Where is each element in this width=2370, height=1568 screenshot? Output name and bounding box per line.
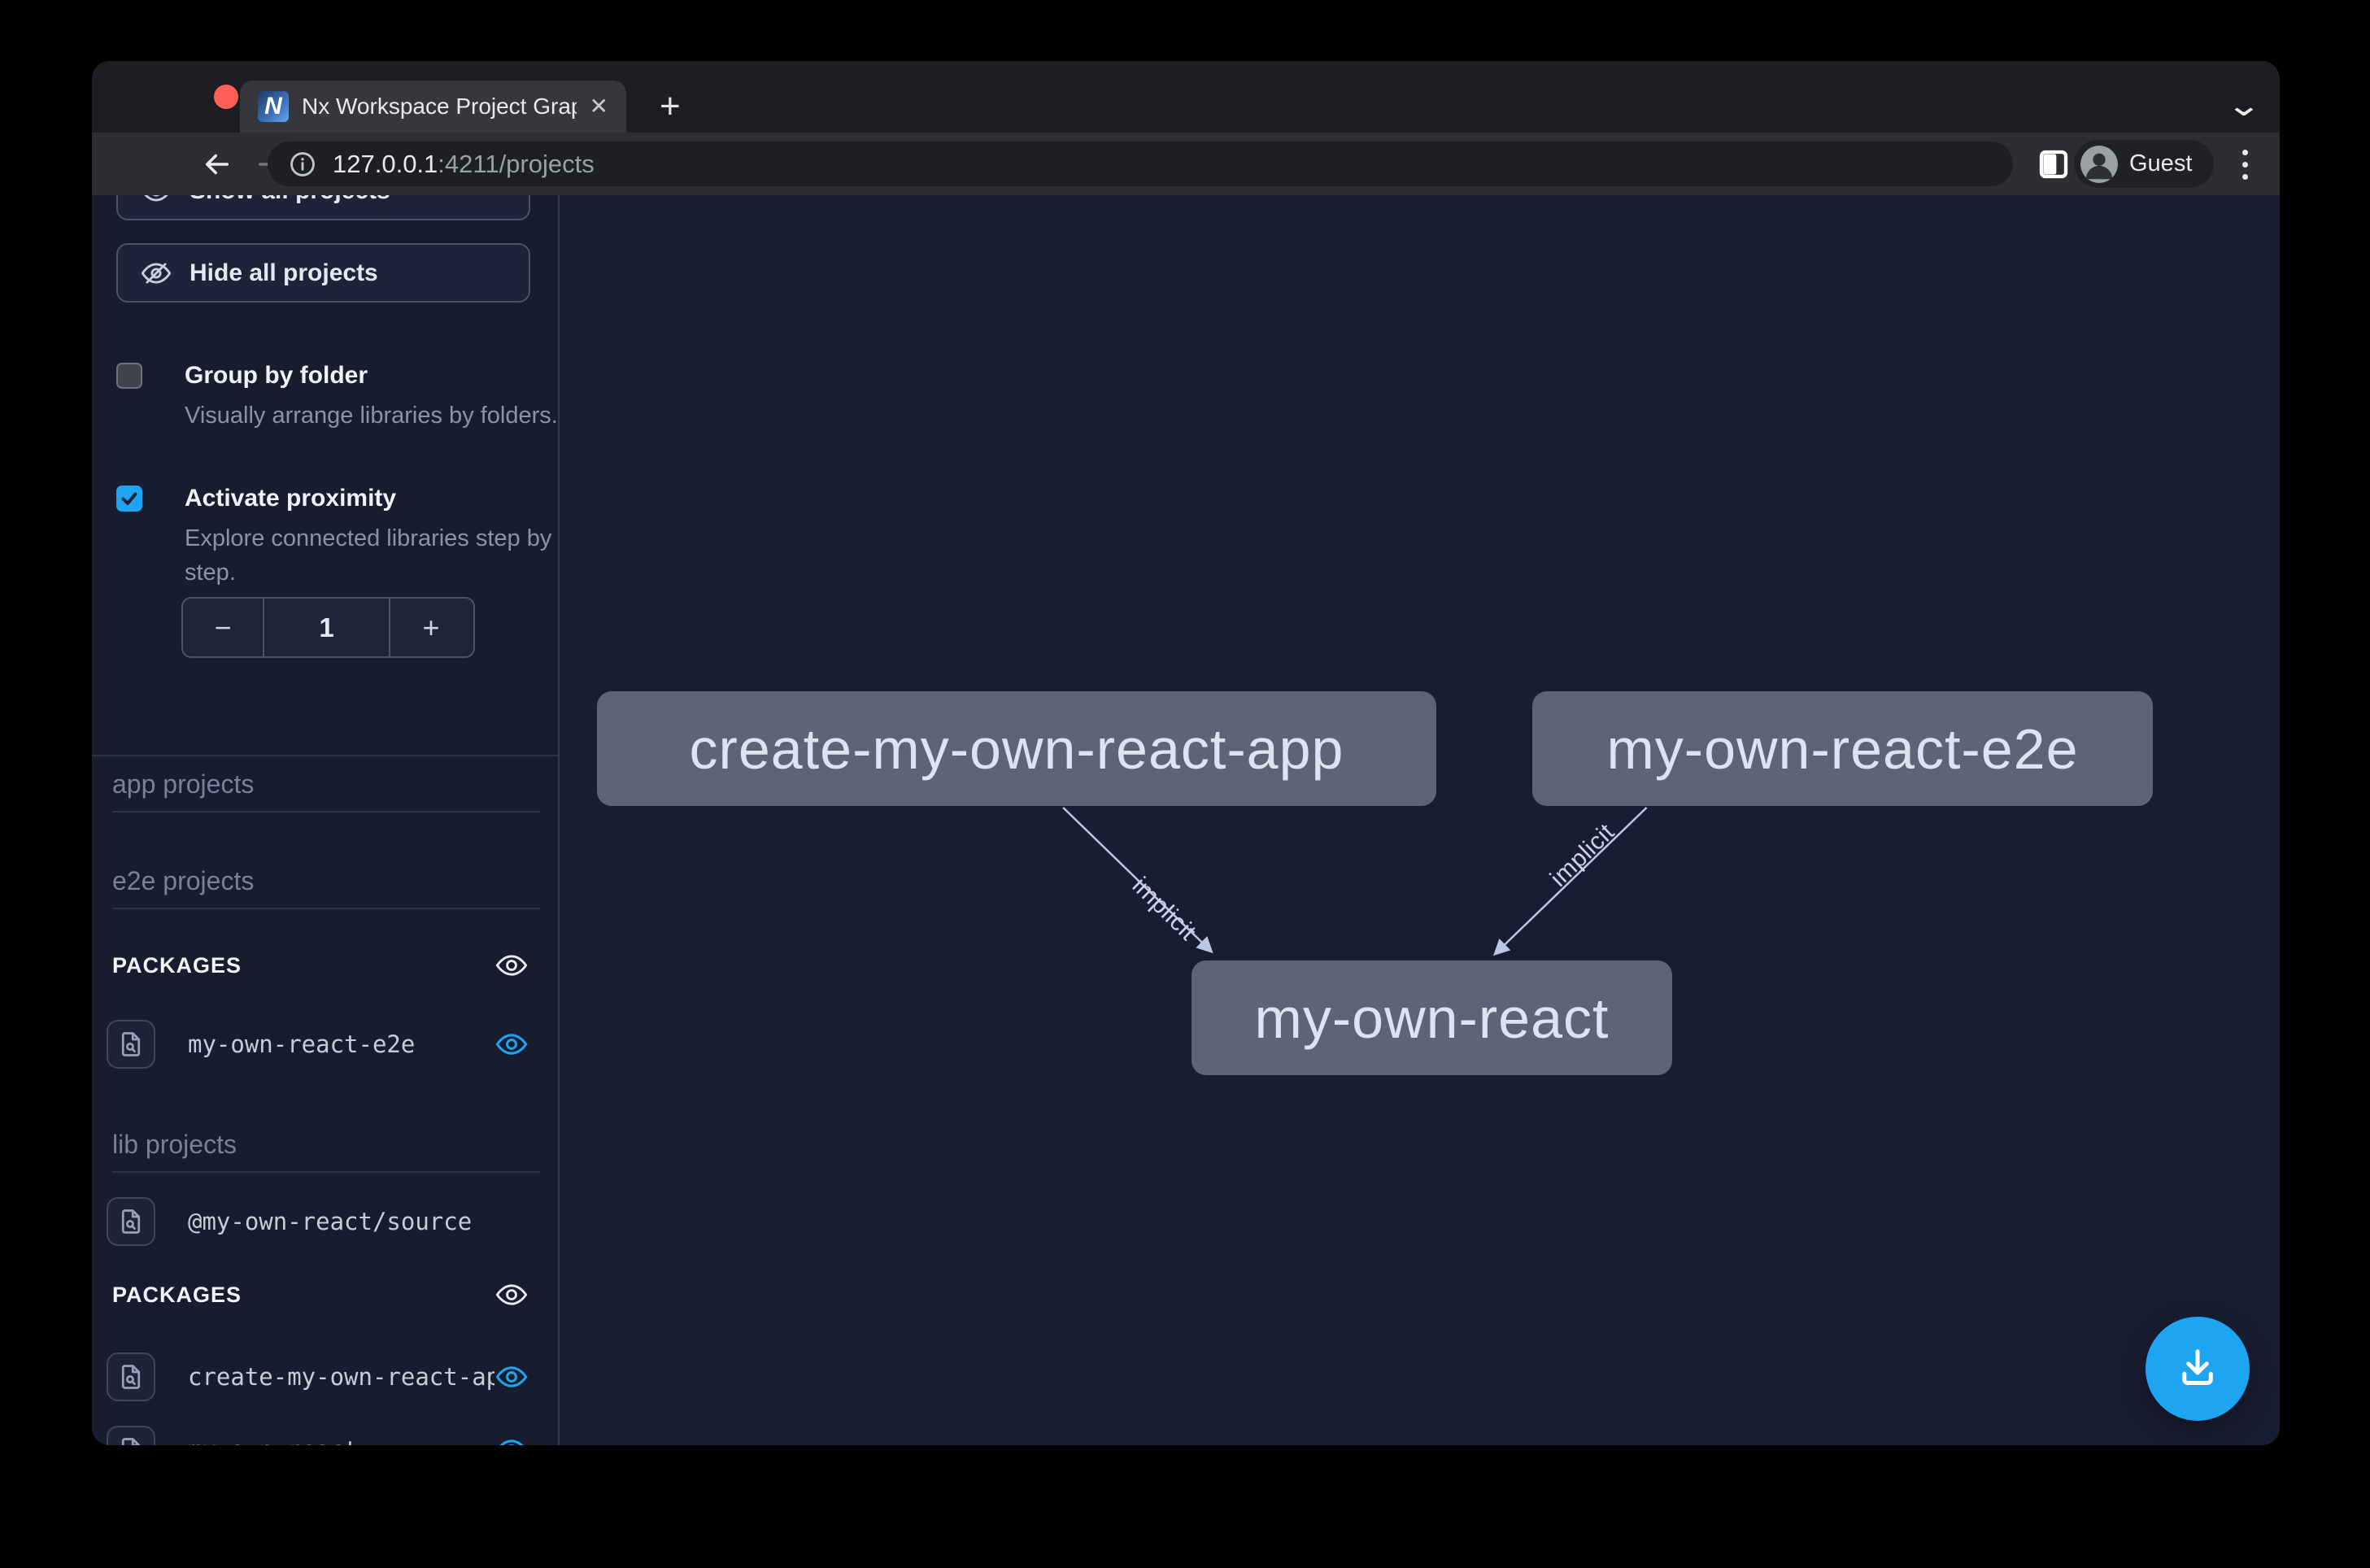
url-text: 127.0.0.1:4211/projects [333, 150, 595, 179]
activate-proximity-label: Activate proximity [185, 484, 542, 513]
url-path: :4211/projects [438, 150, 594, 178]
url-host: 127.0.0.1 [333, 150, 438, 178]
address-bar[interactable]: 127.0.0.1:4211/projects [268, 142, 2013, 186]
show-all-projects-button[interactable]: Show all projects [116, 195, 530, 220]
project-row-create-my-own-react-app[interactable]: create-my-own-react-app [107, 1351, 529, 1403]
back-button[interactable] [200, 147, 234, 181]
close-tab-icon[interactable]: ✕ [590, 95, 608, 118]
file-search-icon[interactable] [107, 1197, 155, 1246]
hide-all-projects-button[interactable]: Hide all projects [116, 243, 530, 303]
avatar [2080, 146, 2118, 183]
proximity-increment-button[interactable]: + [389, 599, 472, 656]
new-tab-button[interactable]: + [660, 92, 681, 121]
group-by-folder-description: Visually arrange libraries by folders. [185, 399, 560, 433]
close-window-button[interactable] [214, 85, 238, 109]
activate-proximity-description: Explore connected libraries step by step… [185, 521, 560, 590]
activate-proximity-checkbox[interactable] [116, 486, 142, 512]
download-graph-button[interactable] [2146, 1317, 2250, 1421]
packages-header-lib: PACKAGES [112, 1282, 529, 1308]
project-name: my-own-react-e2e [188, 1030, 494, 1058]
section-title-app-projects: app projects [112, 769, 540, 812]
download-icon [2173, 1344, 2222, 1393]
activate-proximity-option: Activate proximity Explore connected lib… [116, 484, 542, 590]
packages-label: PACKAGES [112, 1283, 242, 1308]
proximity-decrement-button[interactable]: − [183, 599, 264, 656]
project-sidebar: Show all projects Hide all projects Grou… [92, 195, 560, 1445]
toggle-all-visibility-eye-icon[interactable] [494, 952, 529, 978]
site-info-icon[interactable] [289, 150, 316, 178]
check-icon [120, 489, 139, 508]
graph-node-my-own-react[interactable]: my-own-react [1192, 960, 1672, 1075]
profile-chip[interactable]: Guest [2074, 140, 2214, 188]
active-tab[interactable]: N Nx Workspace Project Graph ✕ [240, 81, 626, 133]
browser-toolbar: 127.0.0.1:4211/projects Guest [92, 133, 2280, 195]
eye-icon [141, 195, 172, 207]
browser-window: N Nx Workspace Project Graph ✕ + ⌄ 127.0… [92, 61, 2280, 1445]
file-search-icon[interactable] [107, 1020, 155, 1069]
project-name: @my-own-react/source [188, 1208, 529, 1235]
group-by-folder-label: Group by folder [185, 361, 542, 390]
graph-edges [560, 195, 2280, 1445]
file-search-icon[interactable] [107, 1352, 155, 1401]
eye-off-icon [141, 258, 172, 289]
hide-all-projects-label: Hide all projects [190, 259, 378, 287]
visibility-eye-icon[interactable] [494, 1031, 529, 1057]
graph-node-my-own-react-e2e[interactable]: my-own-react-e2e [1532, 691, 2153, 806]
graph-node-create-my-own-react-app[interactable]: create-my-own-react-app [597, 691, 1436, 806]
show-all-projects-label: Show all projects [190, 195, 390, 205]
nx-logo-icon: N [258, 91, 289, 122]
proximity-value[interactable]: 1 [264, 599, 389, 656]
file-search-icon[interactable] [107, 1426, 155, 1445]
proximity-depth-stepper: − 1 + [181, 597, 475, 658]
packages-label: PACKAGES [112, 953, 242, 978]
packages-header-e2e: PACKAGES [112, 952, 529, 978]
project-row-my-own-react[interactable]: my-own-react [107, 1424, 529, 1445]
controls-divider [92, 755, 560, 756]
tab-strip: N Nx Workspace Project Graph ✕ + ⌄ [92, 61, 2280, 133]
visibility-eye-icon[interactable] [494, 1364, 529, 1390]
project-graph-canvas[interactable]: implicit implicit create-my-own-react-ap… [560, 195, 2280, 1445]
section-title-e2e-projects: e2e projects [112, 866, 540, 909]
visibility-eye-icon[interactable] [494, 1437, 529, 1445]
project-name: my-own-react [188, 1436, 494, 1445]
side-panel-icon[interactable] [2037, 148, 2070, 181]
page-content: Show all projects Hide all projects Grou… [92, 195, 2280, 1445]
section-title-lib-projects: lib projects [112, 1130, 540, 1173]
project-row-my-own-react-e2e[interactable]: my-own-react-e2e [107, 1018, 529, 1070]
tab-search-chevron-icon[interactable]: ⌄ [2226, 87, 2263, 124]
group-by-folder-option: Group by folder Visually arrange librari… [116, 361, 542, 433]
profile-name: Guest [2129, 150, 2192, 177]
toggle-all-visibility-eye-icon[interactable] [494, 1282, 529, 1308]
tab-title: Nx Workspace Project Graph [302, 94, 577, 120]
project-row-my-own-react-source[interactable]: @my-own-react/source [107, 1196, 529, 1248]
browser-menu-icon[interactable] [2239, 142, 2250, 186]
project-name: create-my-own-react-app [188, 1363, 494, 1391]
group-by-folder-checkbox[interactable] [116, 363, 142, 389]
